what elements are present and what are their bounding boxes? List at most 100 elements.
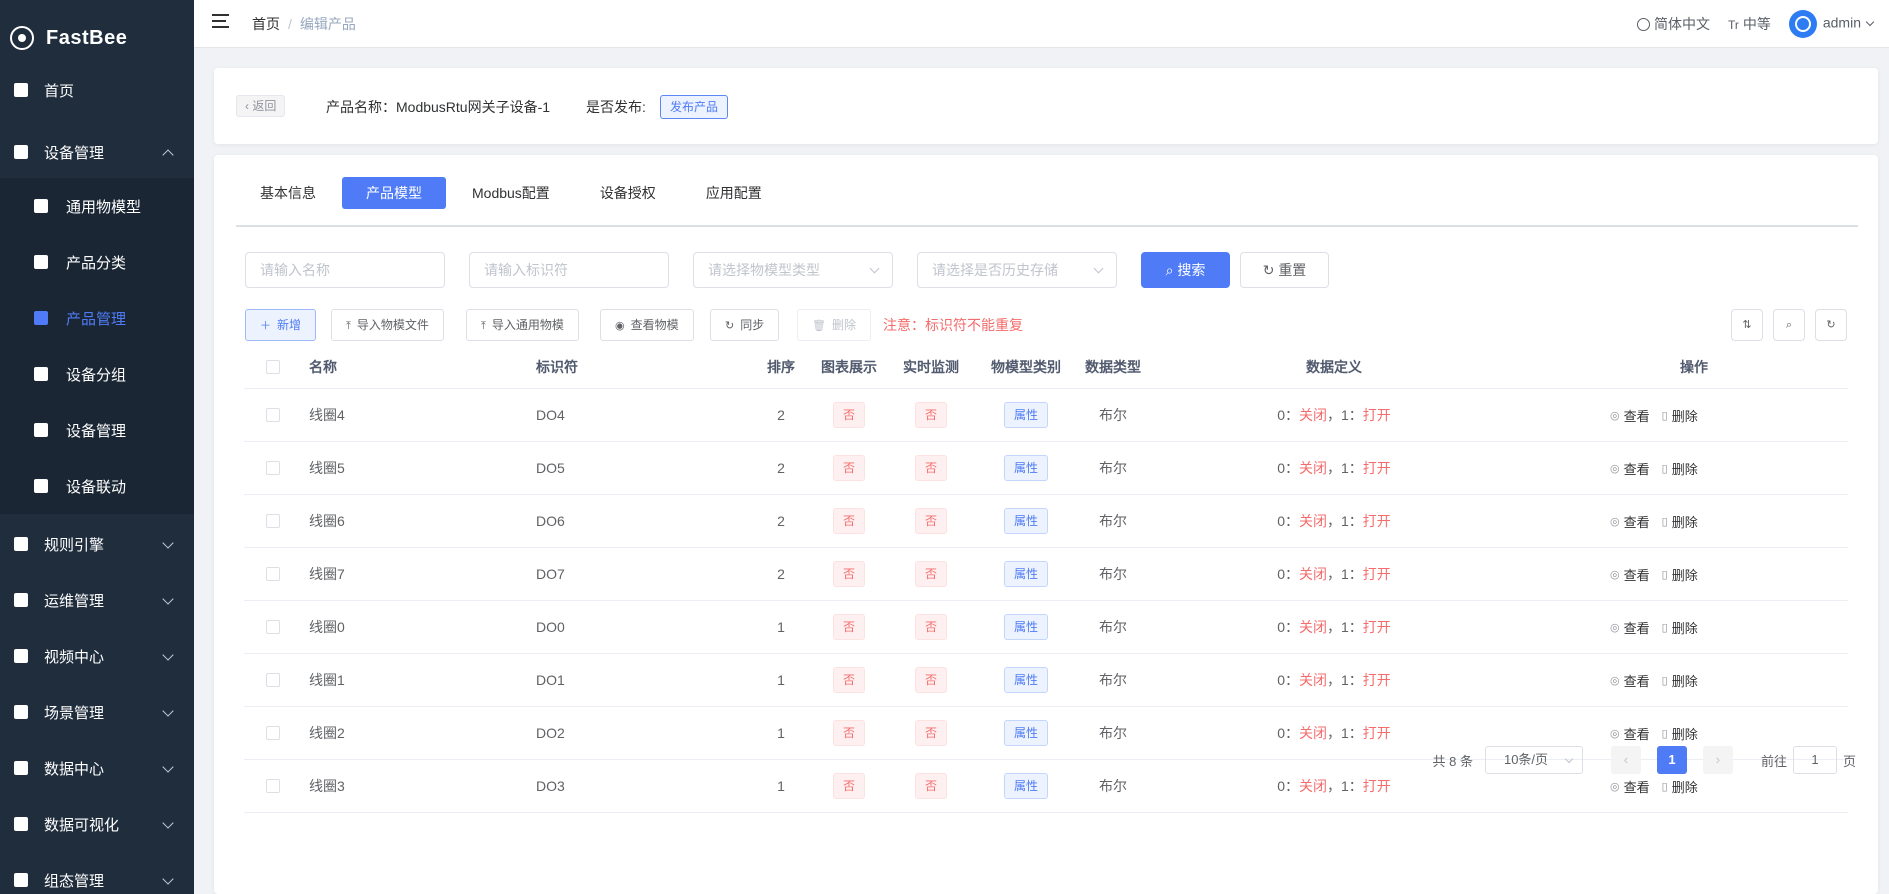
- sidebar-item-3[interactable]: 产品分类: [0, 234, 194, 290]
- history-storage-select[interactable]: 请选择是否历史存储: [917, 252, 1117, 288]
- publish-product-button[interactable]: 发布产品: [660, 95, 729, 119]
- sidebar-item-14[interactable]: 组态管理: [0, 852, 194, 894]
- delete-button[interactable]: ▯ 删除: [1662, 671, 1698, 690]
- tab-0[interactable]: 基本信息: [236, 177, 340, 209]
- delete-button[interactable]: ▯ 删除: [1662, 512, 1698, 531]
- refresh-icon: ↻: [725, 320, 735, 332]
- prev-page-button[interactable]: ‹: [1610, 746, 1641, 774]
- row-checkbox[interactable]: [266, 760, 280, 812]
- column-toggle-button[interactable]: ⇅: [1731, 309, 1763, 341]
- eye-icon: ◎: [1610, 674, 1620, 687]
- model-type-select[interactable]: 请选择物模型类型: [693, 252, 893, 288]
- username: admin: [1822, 14, 1861, 31]
- toggle-search-button[interactable]: ⌕: [1773, 309, 1805, 341]
- sidebar-item-5[interactable]: 设备分组: [0, 346, 194, 402]
- def-sep: ，: [1327, 672, 1341, 688]
- sync-button[interactable]: ↻ 同步: [710, 309, 780, 341]
- sidebar-item-13[interactable]: 数据可视化: [0, 796, 194, 852]
- name-search-input[interactable]: 请输入名称: [245, 252, 445, 288]
- import-common-model-button[interactable]: ⤒ 导入通用物模: [466, 309, 579, 341]
- header-definition: 数据定义: [1306, 359, 1362, 375]
- visual-icon: [14, 817, 28, 831]
- def-sep: ，: [1327, 407, 1341, 423]
- page-1-button[interactable]: 1: [1656, 746, 1687, 774]
- row-checkbox[interactable]: [266, 495, 280, 547]
- trash-icon: ▯: [1661, 780, 1668, 793]
- delete-label: 删除: [1671, 779, 1698, 795]
- sidebar-item-label: 运维管理: [44, 592, 105, 610]
- search-button[interactable]: ⌕ 搜索: [1141, 252, 1230, 288]
- delete-label: 删除: [1671, 514, 1698, 530]
- row-checkbox[interactable]: [266, 389, 280, 441]
- delete-button[interactable]: ▯ 删除: [1662, 565, 1698, 584]
- row-checkbox[interactable]: [266, 548, 280, 600]
- goto-page-input[interactable]: 1: [1792, 746, 1837, 774]
- view-button[interactable]: ◎ 查看: [1610, 724, 1650, 743]
- columns-icon: ⇅: [1742, 319, 1752, 331]
- breadcrumb-separator: /: [288, 16, 292, 32]
- delete-button[interactable]: ▯ 删除: [1662, 406, 1698, 425]
- view-button[interactable]: ◎ 查看: [1610, 618, 1650, 637]
- sidebar-item-8[interactable]: 规则引擎: [0, 516, 194, 572]
- select-all-checkbox[interactable]: [266, 346, 280, 388]
- view-button[interactable]: ◎ 查看: [1610, 406, 1650, 425]
- chart-tag: 否: [832, 455, 865, 481]
- row-checkbox[interactable]: [266, 707, 280, 759]
- delete-button[interactable]: ▯ 删除: [1662, 777, 1698, 796]
- header-chart: 图表展示: [821, 359, 877, 375]
- sidebar-item-9[interactable]: 运维管理: [0, 572, 194, 628]
- page-size-select[interactable]: 10条/页: [1484, 746, 1583, 774]
- size-switcher[interactable]: Tr 中等: [1728, 14, 1771, 34]
- table-header-row: 名称 标识符 排序 图表展示 实时监测 物模型类别 数据类型 数据定义 操作: [244, 346, 1848, 389]
- tab-4[interactable]: 应用配置: [682, 177, 786, 209]
- user-menu[interactable]: admin: [1788, 10, 1875, 38]
- sidebar-item-7[interactable]: 设备联动: [0, 458, 194, 514]
- import-model-file-button[interactable]: ⤒ 导入物模文件: [331, 309, 444, 341]
- delete-button[interactable]: ▯ 删除: [1662, 459, 1698, 478]
- avatar: [1788, 10, 1817, 38]
- view-label: 查看: [1623, 461, 1650, 477]
- identifier-search-input[interactable]: 请输入标识符: [469, 252, 669, 288]
- view-button[interactable]: ◎ 查看: [1610, 459, 1650, 478]
- sidebar-item-0[interactable]: 首页: [0, 62, 194, 118]
- row-checkbox[interactable]: [266, 601, 280, 653]
- view-button[interactable]: ◎ 查看: [1610, 565, 1650, 584]
- hamburger-icon[interactable]: [212, 14, 229, 28]
- def-key-0: 0：: [1277, 672, 1299, 688]
- cell-chart: 否: [814, 760, 884, 812]
- refresh-table-button[interactable]: ↻: [1815, 309, 1847, 341]
- view-button[interactable]: ◎ 查看: [1610, 777, 1650, 796]
- sidebar-item-11[interactable]: 场景管理: [0, 684, 194, 740]
- upload-icon: ⤒: [346, 320, 351, 332]
- sidebar-item-2[interactable]: 通用物模型: [0, 178, 194, 234]
- sidebar-item-1[interactable]: 设备管理: [0, 124, 194, 180]
- view-button[interactable]: ◎ 查看: [1610, 512, 1650, 531]
- cell-identifier: DO4: [536, 407, 565, 423]
- back-button[interactable]: ‹ 返回: [236, 95, 286, 117]
- view-model-button[interactable]: ◉ 查看物模: [600, 309, 694, 341]
- sidebar-item-label: 产品分类: [66, 254, 127, 272]
- tab-3[interactable]: 设备授权: [576, 177, 680, 209]
- language-switcher[interactable]: 简体中文: [1636, 14, 1710, 34]
- def-value-0: 关闭: [1299, 725, 1327, 741]
- cell-monitor: 否: [896, 442, 966, 494]
- reset-button[interactable]: ↻ 重置: [1240, 252, 1329, 288]
- trash-icon: ▯: [1661, 621, 1668, 634]
- delete-button[interactable]: ▯ 删除: [1662, 724, 1698, 743]
- tab-2[interactable]: Modbus配置: [448, 177, 574, 209]
- add-button[interactable]: ＋ 新增: [245, 309, 317, 341]
- sidebar-item-4[interactable]: 产品管理: [0, 290, 194, 346]
- sidebar-item-6[interactable]: 设备管理: [0, 402, 194, 458]
- cell-dtype: 布尔: [1099, 513, 1127, 529]
- batch-delete-button[interactable]: 🗑 删除: [797, 309, 871, 341]
- breadcrumb-home[interactable]: 首页: [252, 16, 280, 32]
- row-checkbox[interactable]: [266, 654, 280, 706]
- tab-1[interactable]: 产品模型: [342, 177, 446, 209]
- cell-category: 属性: [976, 442, 1076, 494]
- next-page-button[interactable]: ›: [1702, 746, 1733, 774]
- sidebar-item-12[interactable]: 数据中心: [0, 740, 194, 796]
- view-button[interactable]: ◎ 查看: [1610, 671, 1650, 690]
- delete-button[interactable]: ▯ 删除: [1662, 618, 1698, 637]
- row-checkbox[interactable]: [266, 442, 280, 494]
- sidebar-item-10[interactable]: 视频中心: [0, 628, 194, 684]
